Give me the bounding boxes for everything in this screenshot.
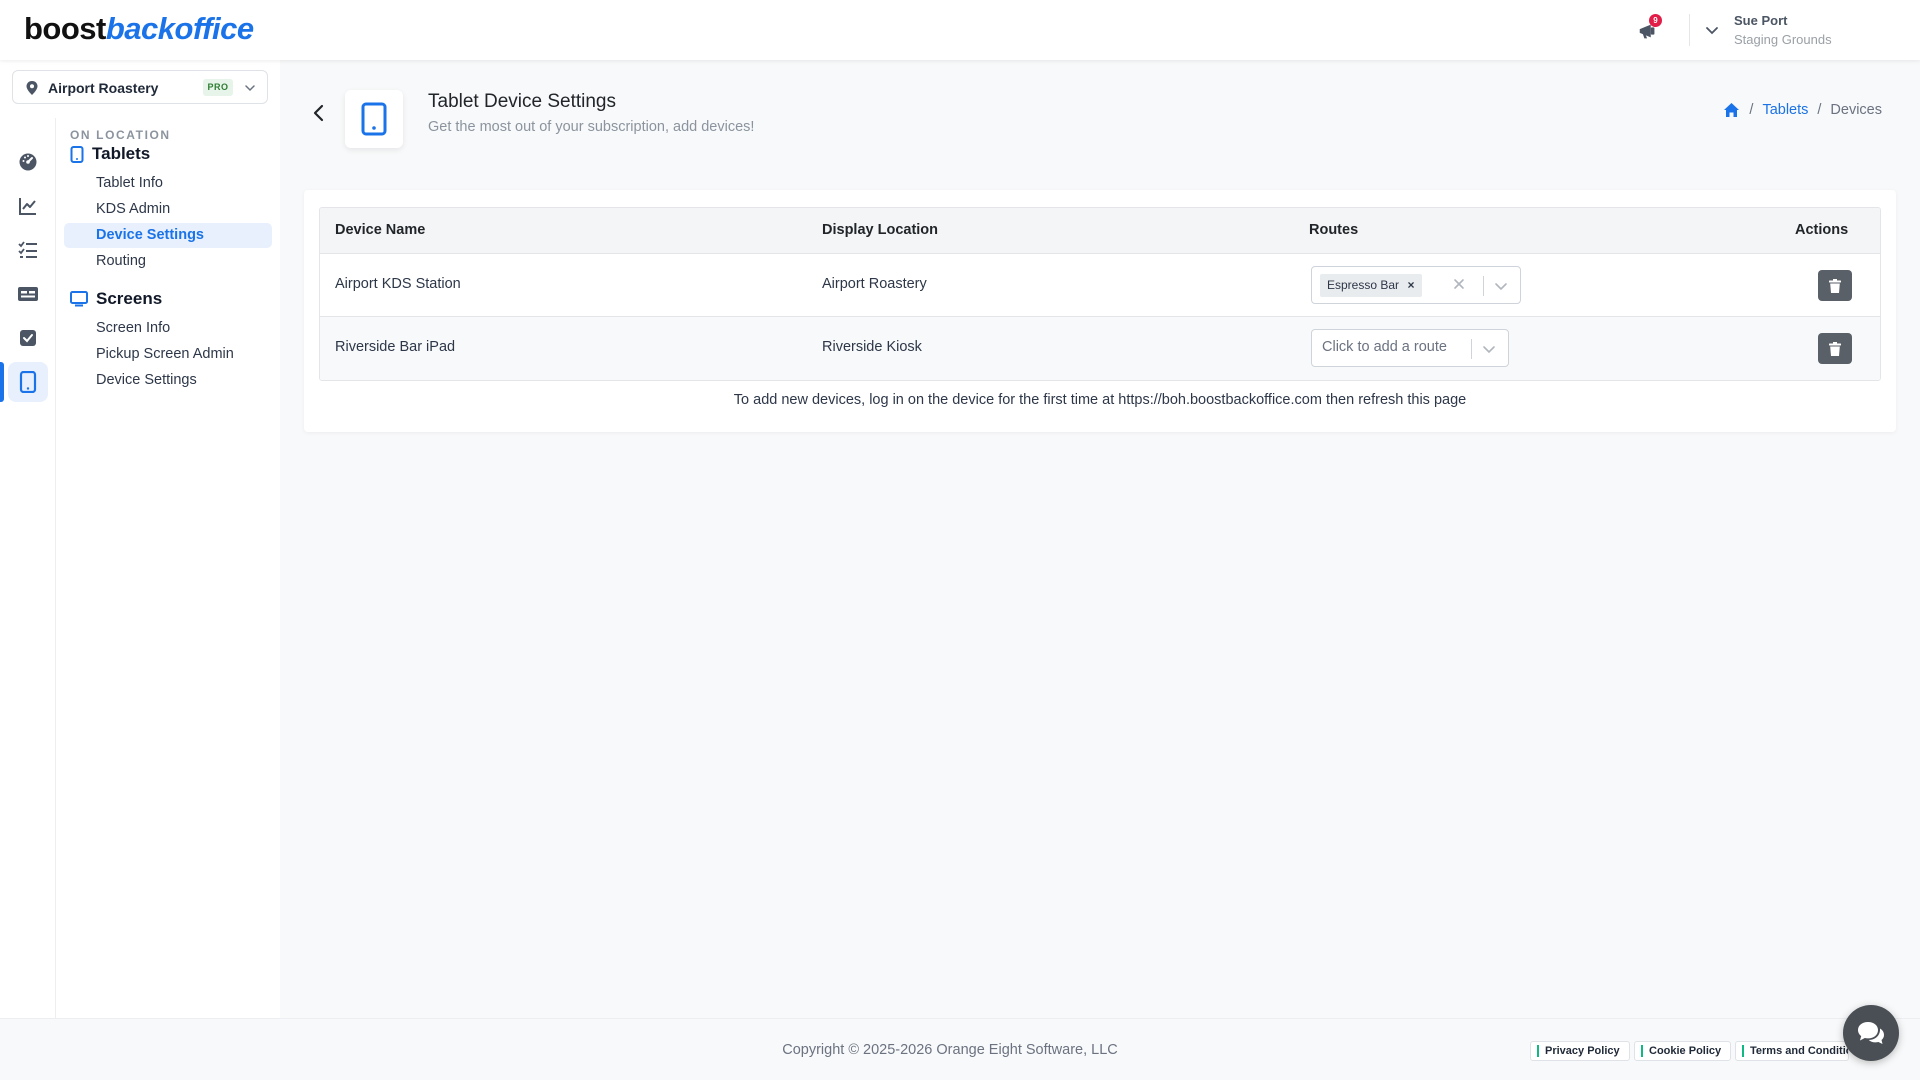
route-select[interactable]: Click to add a route xyxy=(1311,329,1509,367)
column-header: Routes xyxy=(1309,222,1359,238)
chevron-down-icon xyxy=(245,85,255,92)
location-name: Airport Roastery xyxy=(48,80,159,96)
breadcrumb-link-tablets[interactable]: Tablets xyxy=(1762,102,1808,118)
top-header: boostbackoffice 9 Sue Port Staging Groun… xyxy=(0,0,1920,60)
checklist-icon xyxy=(18,241,37,258)
page-footer: Copyright © 2025-2026 Orange Eight Softw… xyxy=(0,1018,1920,1080)
breadcrumb: / Tablets / Devices xyxy=(1723,102,1882,118)
menu-group-tablets[interactable]: Tablets xyxy=(70,144,150,164)
sidebar: Airport Roastery PRO ON LOCATION Tablets… xyxy=(0,60,280,1056)
clear-icon[interactable] xyxy=(1452,277,1466,291)
display-location: Airport Roastery xyxy=(822,276,927,292)
icon-rail xyxy=(0,118,56,1056)
dashboard-icon xyxy=(19,153,37,171)
location-selector[interactable]: Airport Roastery PRO xyxy=(12,70,268,104)
monitor-icon xyxy=(70,291,88,307)
rail-checklist[interactable] xyxy=(8,230,48,270)
rail-tasks[interactable] xyxy=(8,318,48,358)
tablet-icon xyxy=(70,145,84,163)
rail-analytics[interactable] xyxy=(8,186,48,226)
column-header: Device Name xyxy=(335,222,426,238)
delete-device-button[interactable] xyxy=(1818,270,1852,301)
brand-logo-part1: boost xyxy=(24,11,106,46)
chevron-down-icon[interactable] xyxy=(1482,342,1496,356)
device-name: Riverside Bar iPad xyxy=(335,339,456,355)
brand-logo[interactable]: boostbackoffice xyxy=(24,11,254,47)
add-devices-help-text: To add new devices, log in on the device… xyxy=(733,392,1467,408)
devices-card: Device Name Display Location Routes Acti… xyxy=(304,190,1896,432)
route-chip: Espresso Bar × xyxy=(1320,274,1423,297)
brand-logo-part2: backoffice xyxy=(105,11,254,46)
route-placeholder: Click to add a route xyxy=(1322,339,1447,355)
user-name[interactable]: Sue Port xyxy=(1734,13,1787,28)
home-icon[interactable] xyxy=(1723,102,1740,118)
column-header: Actions xyxy=(1795,222,1849,238)
rail-dashboard[interactable] xyxy=(8,142,48,182)
route-chip-label: Espresso Bar xyxy=(1327,278,1400,292)
breadcrumb-separator: / xyxy=(1749,102,1754,118)
card-icon xyxy=(18,287,38,301)
header-divider xyxy=(1689,14,1690,46)
page-title: Tablet Device Settings xyxy=(428,91,616,112)
menu-item-tablet-info[interactable]: Tablet Info xyxy=(64,171,272,196)
chevron-down-icon[interactable] xyxy=(1704,22,1720,38)
location-pin-icon xyxy=(26,81,38,95)
notification-badge: 9 xyxy=(1649,14,1662,27)
table-row: Airport KDS Station Airport Roastery Esp… xyxy=(320,254,1880,317)
rail-cards[interactable] xyxy=(8,274,48,314)
menu-group-screens[interactable]: Screens xyxy=(70,289,162,309)
menu-item-screen-info[interactable]: Screen Info xyxy=(64,316,272,341)
terms-link[interactable]: Terms and Conditions xyxy=(1735,1041,1849,1061)
menu-item-routing[interactable]: Routing xyxy=(64,249,272,274)
select-separator xyxy=(1483,276,1484,296)
menu-group-label: Screens xyxy=(96,289,163,308)
menu-section-title: ON LOCATION xyxy=(70,128,171,142)
table-header: Device Name Display Location Routes Acti… xyxy=(320,208,1880,254)
trash-icon xyxy=(1829,278,1841,293)
menu-item-device-settings[interactable]: Device Settings xyxy=(64,223,272,248)
tasks-icon xyxy=(20,330,36,346)
device-name: Airport KDS Station xyxy=(335,276,461,292)
chat-button[interactable] xyxy=(1843,1005,1899,1061)
tablet-icon xyxy=(361,102,387,136)
table-row: Riverside Bar iPad Riverside Kiosk Click… xyxy=(320,317,1880,380)
user-organization: Staging Grounds xyxy=(1734,32,1832,47)
page-icon xyxy=(345,90,403,148)
page-subtitle: Get the most out of your subscription, a… xyxy=(428,119,755,135)
breadcrumb-separator: / xyxy=(1817,102,1822,118)
analytics-icon xyxy=(19,198,36,215)
main-content: Tablet Device Settings Get the most out … xyxy=(280,60,1920,1018)
privacy-policy-link[interactable]: Privacy Policy xyxy=(1530,1041,1630,1061)
rail-tablets[interactable] xyxy=(8,362,48,402)
remove-route-icon[interactable]: × xyxy=(1405,274,1417,297)
trash-icon xyxy=(1829,341,1841,356)
chat-icon xyxy=(1858,1022,1884,1044)
back-arrow-icon[interactable] xyxy=(310,104,328,122)
devices-table: Device Name Display Location Routes Acti… xyxy=(319,207,1881,381)
cookie-policy-link[interactable]: Cookie Policy xyxy=(1634,1041,1731,1061)
plan-badge: PRO xyxy=(203,79,233,96)
active-rail-indicator xyxy=(0,362,4,402)
display-location: Riverside Kiosk xyxy=(822,339,922,355)
chevron-down-icon[interactable] xyxy=(1494,279,1508,293)
breadcrumb-current: Devices xyxy=(1830,102,1882,118)
menu-item-kds-admin[interactable]: KDS Admin xyxy=(64,197,272,222)
column-header: Display Location xyxy=(822,222,939,238)
menu-group-label: Tablets xyxy=(92,144,151,163)
route-select[interactable]: Espresso Bar × xyxy=(1311,266,1521,304)
menu-item-screen-device-settings[interactable]: Device Settings xyxy=(64,368,272,393)
select-separator xyxy=(1471,339,1472,359)
tablet-icon xyxy=(19,371,37,393)
menu-item-pickup-screen-admin[interactable]: Pickup Screen Admin xyxy=(64,342,272,367)
delete-device-button[interactable] xyxy=(1818,333,1852,364)
